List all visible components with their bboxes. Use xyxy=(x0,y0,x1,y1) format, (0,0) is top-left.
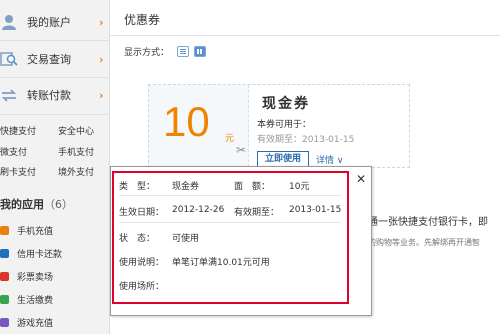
display-mode: 显示方式： xyxy=(124,45,207,58)
app-item[interactable]: 彩票卖场 xyxy=(0,268,53,284)
quick-link-overseas-pay[interactable]: 境外支付 xyxy=(58,165,94,178)
coupon-details-popup: ✕ 类 型： 现金券 面 额： 10元 生效日期： 2012-12-26 有效期… xyxy=(110,166,372,316)
apps-title-text: 我的应用 xyxy=(0,198,44,211)
utility-icon xyxy=(0,294,9,304)
type-label: 类 型： xyxy=(119,182,156,192)
coupon-validity: 有效期至：2013-01-15 xyxy=(257,135,355,145)
app-item[interactable]: 信用卡还款 xyxy=(0,245,62,261)
status-label: 状 态： xyxy=(119,234,156,244)
quick-link-micro-pay[interactable]: 微支付 xyxy=(0,145,27,158)
page-header: 优惠券 xyxy=(110,0,500,36)
use-now-button[interactable]: 立即使用 xyxy=(257,151,309,167)
nav-item-transfer[interactable]: 转账付款 › xyxy=(0,77,110,113)
quick-link-mobile-pay[interactable]: 手机支付 xyxy=(58,145,94,158)
display-mode-label: 显示方式： xyxy=(124,48,170,58)
transfer-icon xyxy=(1,89,17,102)
credit-card-icon xyxy=(0,248,9,258)
user-icon xyxy=(2,15,16,30)
chevron-right-icon: › xyxy=(99,88,104,102)
divider xyxy=(119,222,341,223)
nav-item-account[interactable]: 我的账户 › xyxy=(0,4,110,40)
divider xyxy=(119,195,341,196)
game-icon xyxy=(0,317,9,327)
quick-link-express-pay[interactable]: 快捷支付 xyxy=(0,124,36,137)
coupon-type: 现金券 xyxy=(262,96,310,112)
scissors-icon: ✂ xyxy=(236,143,247,157)
app-label: 生活缴费 xyxy=(17,295,54,306)
end-label: 有效期至： xyxy=(234,208,280,218)
chevron-right-icon: › xyxy=(99,15,104,29)
lottery-icon xyxy=(0,271,9,281)
start-value: 2012-12-26 xyxy=(172,205,225,215)
app-item[interactable]: 生活缴费 xyxy=(0,291,53,307)
close-icon[interactable]: ✕ xyxy=(356,172,366,186)
amount-value: 10元 xyxy=(289,182,310,192)
banner-subtext: 的购物等业务。先解绑再开通智 xyxy=(368,238,480,247)
description-label: 使用说明： xyxy=(119,258,165,268)
apps-count: （6） xyxy=(44,198,73,211)
list-icon xyxy=(180,49,187,54)
chevron-right-icon: › xyxy=(99,52,104,66)
coupon-usable-label: 本券可用于： xyxy=(257,120,312,130)
end-value: 2013-01-15 xyxy=(289,205,342,215)
list-view-button[interactable] xyxy=(177,46,190,57)
coupon-value: 10 xyxy=(163,98,210,145)
grid-icon xyxy=(197,49,204,54)
app-label: 手机充值 xyxy=(17,226,54,237)
coupon-value-panel: 10 元 ✂ xyxy=(149,85,249,167)
nav-label-account: 我的账户 xyxy=(27,16,71,29)
status-value: 可使用 xyxy=(172,234,200,244)
divider xyxy=(0,114,110,115)
coupon-unit: 元 xyxy=(225,134,235,144)
grid-view-button[interactable] xyxy=(194,46,207,57)
app-label: 信用卡还款 xyxy=(17,249,63,260)
app-item[interactable]: 游戏充值 xyxy=(0,314,53,330)
amount-label: 面 额： xyxy=(234,182,271,192)
app-label: 游戏充值 xyxy=(17,318,54,329)
page-title: 优惠券 xyxy=(124,13,161,27)
start-label: 生效日期： xyxy=(119,208,165,218)
quick-link-security[interactable]: 安全中心 xyxy=(58,124,94,137)
details-link-text: 详情 xyxy=(316,156,335,166)
apps-title: 我的应用（6） xyxy=(0,196,73,212)
quick-link-card-pay[interactable]: 刷卡支付 xyxy=(0,165,36,178)
nav-label-transfer: 转账付款 xyxy=(27,89,71,102)
search-icon xyxy=(0,52,18,66)
type-value: 现金券 xyxy=(172,182,200,192)
app-label: 彩票卖场 xyxy=(17,272,54,283)
description-value: 单笔订单满10.01元可用 xyxy=(172,258,270,268)
nav-item-query[interactable]: 交易查询 › xyxy=(0,41,110,77)
coupon-card: 10 元 ✂ 现金券 本券可用于： 有效期至：2013-01-15 立即使用 详… xyxy=(148,84,410,168)
place-label: 使用场所： xyxy=(119,282,165,292)
app-item[interactable]: 手机充值 xyxy=(0,222,53,238)
sidebar: 我的账户 › 交易查询 › 转账付款 › 快捷支付 安全中心 微支付 手机支付 … xyxy=(0,0,110,334)
details-link[interactable]: 详情 ∨ xyxy=(316,153,343,166)
phone-icon xyxy=(0,225,9,235)
nav-label-query: 交易查询 xyxy=(27,53,71,66)
banner-text: 通一张快捷支付银行卡，即 xyxy=(368,217,488,228)
